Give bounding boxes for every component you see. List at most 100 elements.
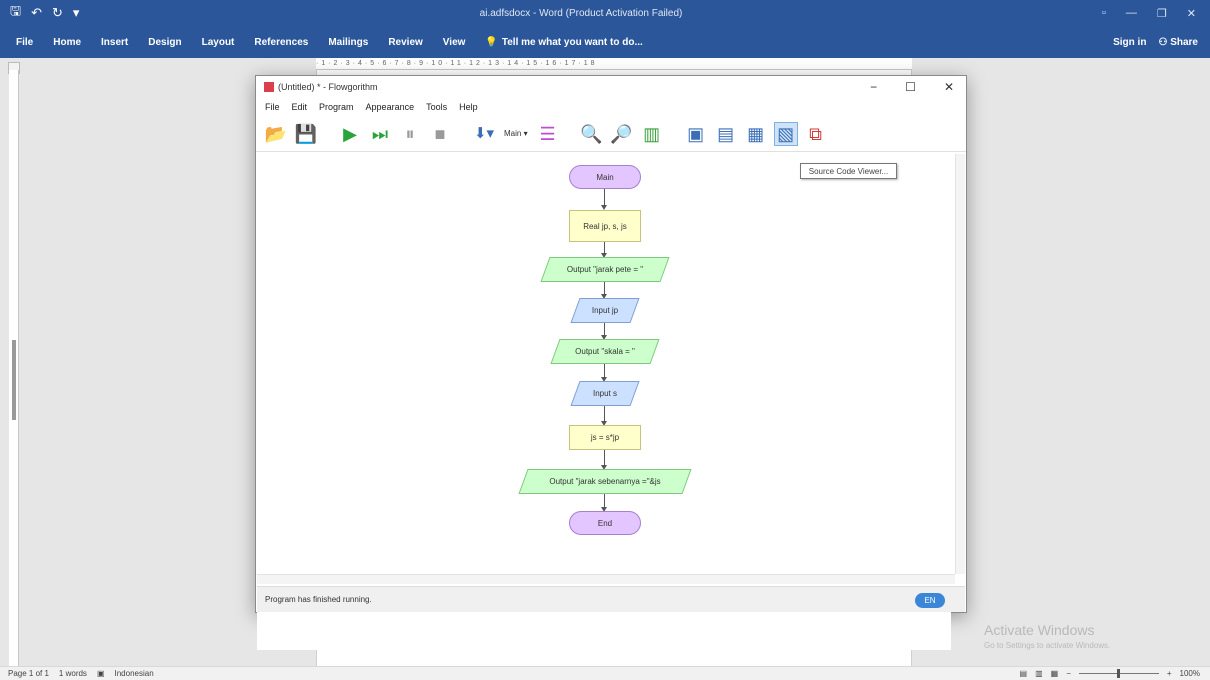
flowgorithm-titlebar: (Untitled) * - Flowgorithm − ☐ ✕ xyxy=(256,76,966,98)
export-icon[interactable]: ⧉ xyxy=(804,122,828,146)
flow-arrow xyxy=(601,364,607,382)
language-status[interactable]: Indonesian xyxy=(115,669,154,678)
console-icon[interactable]: ▣ xyxy=(684,122,708,146)
sign-in-link[interactable]: Sign in xyxy=(1113,37,1146,48)
proofing-icon[interactable]: ▣ xyxy=(97,669,105,678)
flowchart-input-node[interactable]: Input jp xyxy=(570,298,640,323)
zoom-level[interactable]: 100% xyxy=(1180,669,1200,678)
flowgorithm-toolbar: 📂 💾 ▶ ⏭ ⏸ ■ ⬇▾ Main ▾ ☰ 🔍 🔎 ▥ ▣ ▤ ▦ ▧ ⧉ xyxy=(256,116,966,152)
flowgorithm-menubar: File Edit Program Appearance Tools Help xyxy=(256,98,966,116)
activate-windows-watermark: Activate Windows Go to Settings to activ… xyxy=(984,622,1110,650)
add-function-icon[interactable]: ☰ xyxy=(536,122,560,146)
close-button[interactable]: ✕ xyxy=(944,80,954,94)
word-window-title: ai.adfsdocx - Word (Product Activation F… xyxy=(479,7,683,19)
flowchart-view-icon[interactable]: ▦ xyxy=(744,122,768,146)
flowchart-end-node[interactable]: End xyxy=(569,511,641,535)
menu-edit[interactable]: Edit xyxy=(292,102,308,112)
tell-me-box[interactable]: 💡 Tell me what you want to do... xyxy=(485,37,642,48)
horizontal-scrollbar[interactable] xyxy=(257,574,955,584)
word-window-controls: ▫ — ❐ ✕ xyxy=(1102,7,1210,20)
restore-button[interactable]: ❐ xyxy=(1157,7,1167,20)
word-titlebar: 🖫 ↶ ↻ ▾ ai.adfsdocx - Word (Product Acti… xyxy=(0,0,1210,26)
folder-open-icon[interactable]: 📂 xyxy=(264,122,288,146)
flowchart-declare-node[interactable]: Real jp, s, js xyxy=(569,210,641,242)
input-node-label: Input s xyxy=(592,389,617,398)
flowchart-input-node[interactable]: Input s xyxy=(570,381,640,406)
output-node-label: Output "jarak pete = " xyxy=(566,265,644,274)
flow-arrow xyxy=(601,189,607,210)
language-badge[interactable]: EN xyxy=(915,593,945,608)
activate-windows-title: Activate Windows xyxy=(984,622,1095,638)
flow-arrow xyxy=(601,282,607,299)
input-node-label: Input jp xyxy=(591,306,619,315)
word-count[interactable]: 1 words xyxy=(59,669,87,678)
menu-help[interactable]: Help xyxy=(459,102,478,112)
share-label: Share xyxy=(1170,36,1198,48)
tab-mailings[interactable]: Mailings xyxy=(328,37,368,48)
quick-access-toolbar: 🖫 ↶ ↻ ▾ xyxy=(0,2,200,24)
share-button[interactable]: ⚇ Share xyxy=(1158,37,1198,48)
tell-me-text: Tell me what you want to do... xyxy=(501,36,643,48)
function-select[interactable]: Main ▾ xyxy=(502,129,530,138)
tab-home[interactable]: Home xyxy=(53,37,81,48)
tab-layout[interactable]: Layout xyxy=(202,37,235,48)
layout-icon[interactable]: ▥ xyxy=(640,122,664,146)
flowchart-assign-node[interactable]: js = s*jp xyxy=(569,425,641,450)
flowgorithm-app-icon xyxy=(264,82,274,92)
minimize-button[interactable]: — xyxy=(1126,7,1137,20)
page-count[interactable]: Page 1 of 1 xyxy=(8,669,49,678)
tab-review[interactable]: Review xyxy=(388,37,422,48)
variables-icon[interactable]: ⬇▾ xyxy=(472,122,496,146)
tab-view[interactable]: View xyxy=(443,37,466,48)
tab-references[interactable]: References xyxy=(254,37,308,48)
run-icon[interactable]: ▶ xyxy=(338,122,362,146)
zoom-out-icon[interactable]: 🔎 xyxy=(610,122,634,146)
undo-icon[interactable]: ↶ xyxy=(31,5,42,21)
redo-icon[interactable]: ↻ xyxy=(52,5,63,21)
horizontal-ruler: ·1·2·3·4·5·6·7·8·9·10·11·12·13·14·15·16·… xyxy=(316,58,912,70)
menu-appearance[interactable]: Appearance xyxy=(366,102,415,112)
close-button[interactable]: ✕ xyxy=(1187,7,1196,20)
flowgorithm-title: (Untitled) * - Flowgorithm xyxy=(278,82,378,92)
share-icon: ⚇ xyxy=(1158,36,1171,48)
zoom-in-icon[interactable]: 🔍 xyxy=(580,122,604,146)
zoom-slider[interactable] xyxy=(1078,669,1159,678)
word-ribbon-tabs: File Home Insert Design Layout Reference… xyxy=(0,26,1210,58)
flowchart-output-node[interactable]: Output "jarak sebenarnya ="&js xyxy=(518,469,692,494)
step-icon[interactable]: ⏭ xyxy=(368,122,392,146)
save-icon[interactable]: 💾 xyxy=(294,122,318,146)
menu-tools[interactable]: Tools xyxy=(426,102,447,112)
word-status-bar: Page 1 of 1 1 words ▣ Indonesian ▤ ▥ ▦ −… xyxy=(0,666,1210,680)
read-mode-icon[interactable]: ▤ xyxy=(1020,669,1028,678)
print-layout-icon[interactable]: ▥ xyxy=(1035,669,1043,678)
tab-design[interactable]: Design xyxy=(148,37,181,48)
save-icon[interactable]: 🖫 xyxy=(10,2,21,24)
flow-arrow xyxy=(601,242,607,258)
variable-watch-icon[interactable]: ▤ xyxy=(714,122,738,146)
menu-file[interactable]: File xyxy=(265,102,280,112)
vertical-scrollbar[interactable] xyxy=(955,154,965,574)
menu-program[interactable]: Program xyxy=(319,102,354,112)
flow-arrow xyxy=(601,450,607,470)
web-layout-icon[interactable]: ▦ xyxy=(1051,669,1059,678)
minimize-button[interactable]: − xyxy=(870,80,877,94)
ribbon-display-options-button[interactable]: ▫ xyxy=(1102,7,1106,20)
flow-arrow xyxy=(601,323,607,340)
output-node-label: Output "jarak sebenarnya ="&js xyxy=(549,477,661,486)
flowchart-output-node[interactable]: Output "jarak pete = " xyxy=(540,257,670,282)
tab-insert[interactable]: Insert xyxy=(101,37,128,48)
pause-icon[interactable]: ⏸ xyxy=(398,122,422,146)
zoom-in-button[interactable]: + xyxy=(1167,669,1172,678)
function-select-value: Main xyxy=(504,129,522,138)
flowchart-start-node[interactable]: Main xyxy=(569,165,641,189)
flowchart-output-node[interactable]: Output "skala = " xyxy=(550,339,660,364)
status-text: Program has finished running. xyxy=(265,595,372,604)
zoom-out-button[interactable]: − xyxy=(1066,669,1071,678)
source-code-viewer-icon[interactable]: ▧ xyxy=(773,121,798,146)
flowgorithm-window: (Untitled) * - Flowgorithm − ☐ ✕ File Ed… xyxy=(255,75,967,650)
flowgorithm-status-bar: Program has finished running. EN xyxy=(257,586,965,612)
customize-qat-icon[interactable]: ▾ xyxy=(73,5,80,21)
maximize-button[interactable]: ☐ xyxy=(905,80,916,94)
tab-file[interactable]: File xyxy=(16,37,33,48)
stop-icon[interactable]: ■ xyxy=(428,122,452,146)
